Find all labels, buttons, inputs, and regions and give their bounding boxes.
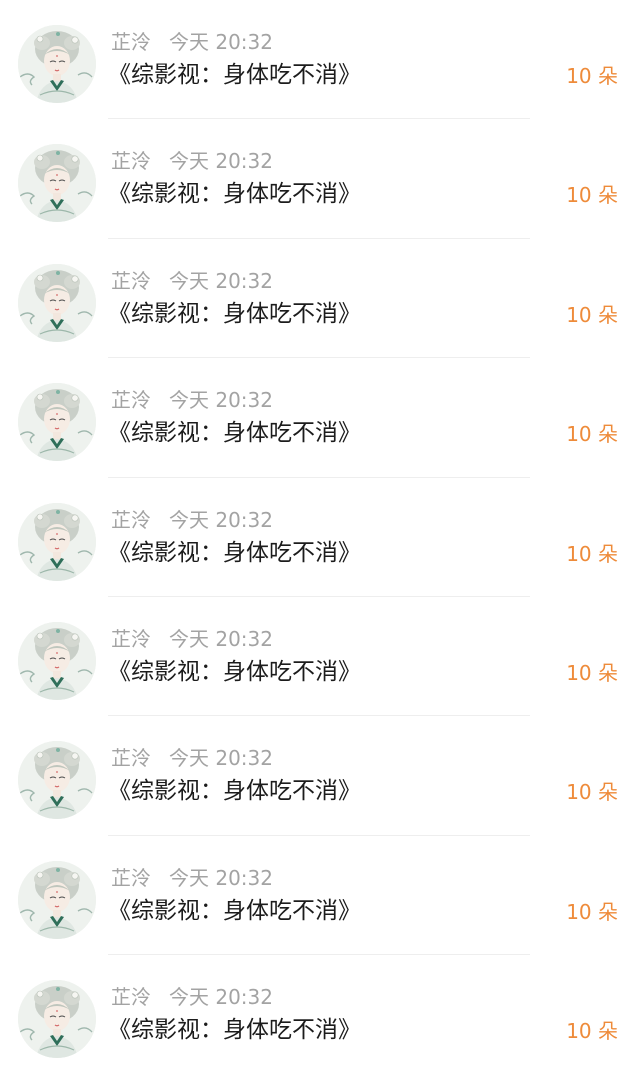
- gift-message-list: 芷泠 今天 20:32 《综影视：身体吃不消》 10 朵 芷泠 今天 20:32 《…: [0, 0, 640, 1074]
- message-meta: 芷泠 今天 20:32: [111, 268, 273, 294]
- book-title[interactable]: 《综影视：身体吃不消》: [108, 657, 361, 687]
- girl-portrait-avatar-icon: [18, 980, 96, 1059]
- gift-count: 10 朵: [566, 660, 618, 685]
- avatar[interactable]: [18, 860, 96, 939]
- timestamp: 今天 20:32: [169, 746, 273, 771]
- book-title[interactable]: 《综影视：身体吃不消》: [108, 776, 361, 806]
- list-item[interactable]: 芷泠 今天 20:32 《综影视：身体吃不消》 10 朵: [0, 597, 640, 717]
- timestamp: 今天 20:32: [169, 149, 273, 174]
- book-title[interactable]: 《综影视：身体吃不消》: [108, 179, 361, 209]
- message-meta: 芷泠 今天 20:32: [111, 745, 273, 771]
- book-title[interactable]: 《综影视：身体吃不消》: [108, 299, 361, 329]
- sender-name[interactable]: 芷泠: [111, 508, 151, 532]
- avatar[interactable]: [18, 502, 96, 581]
- sender-name[interactable]: 芷泠: [111, 627, 151, 651]
- message-meta: 芷泠 今天 20:32: [111, 984, 273, 1010]
- girl-portrait-avatar-icon: [18, 263, 96, 342]
- avatar[interactable]: [18, 741, 96, 820]
- girl-portrait-avatar-icon: [18, 860, 96, 939]
- book-title[interactable]: 《综影视：身体吃不消》: [108, 538, 361, 568]
- message-meta: 芷泠 今天 20:32: [111, 626, 273, 652]
- list-item[interactable]: 芷泠 今天 20:32 《综影视：身体吃不消》 10 朵: [0, 836, 640, 956]
- timestamp: 今天 20:32: [169, 626, 273, 651]
- message-meta: 芷泠 今天 20:32: [111, 29, 273, 55]
- list-item[interactable]: 芷泠 今天 20:32 《综影视：身体吃不消》 10 朵: [0, 955, 640, 1074]
- list-item[interactable]: 芷泠 今天 20:32 《综影视：身体吃不消》 10 朵: [0, 358, 640, 478]
- timestamp: 今天 20:32: [169, 388, 273, 413]
- gift-count: 10 朵: [566, 302, 618, 327]
- girl-portrait-avatar-icon: [18, 502, 96, 581]
- list-item[interactable]: 芷泠 今天 20:32 《综影视：身体吃不消》 10 朵: [0, 478, 640, 597]
- sender-name[interactable]: 芷泠: [111, 746, 151, 770]
- book-title[interactable]: 《综影视：身体吃不消》: [108, 418, 361, 448]
- avatar[interactable]: [18, 980, 96, 1059]
- avatar[interactable]: [18, 25, 96, 103]
- message-meta: 芷泠 今天 20:32: [111, 148, 273, 174]
- sender-name[interactable]: 芷泠: [111, 985, 151, 1009]
- timestamp: 今天 20:32: [169, 507, 273, 532]
- book-title[interactable]: 《综影视：身体吃不消》: [108, 1015, 361, 1045]
- list-item[interactable]: 芷泠 今天 20:32 《综影视：身体吃不消》 10 朵: [0, 119, 640, 239]
- sender-name[interactable]: 芷泠: [111, 388, 151, 412]
- girl-portrait-avatar-icon: [18, 383, 96, 462]
- message-meta: 芷泠 今天 20:32: [111, 865, 273, 891]
- girl-portrait-avatar-icon: [18, 741, 96, 820]
- book-title[interactable]: 《综影视：身体吃不消》: [108, 896, 361, 926]
- gift-count: 10 朵: [566, 64, 618, 88]
- message-meta: 芷泠 今天 20:32: [111, 387, 273, 413]
- list-item[interactable]: 芷泠 今天 20:32 《综影视：身体吃不消》 10 朵: [0, 0, 640, 120]
- book-title[interactable]: 《综影视：身体吃不消》: [108, 60, 361, 90]
- sender-name[interactable]: 芷泠: [111, 269, 151, 293]
- avatar[interactable]: [18, 144, 96, 223]
- avatar[interactable]: [18, 383, 96, 462]
- girl-portrait-avatar-icon: [18, 144, 96, 223]
- timestamp: 今天 20:32: [169, 865, 273, 890]
- gift-count: 10 朵: [566, 541, 618, 566]
- list-item[interactable]: 芷泠 今天 20:32 《综影视：身体吃不消》 10 朵: [0, 716, 640, 836]
- avatar[interactable]: [18, 621, 96, 700]
- timestamp: 今天 20:32: [169, 30, 273, 54]
- timestamp: 今天 20:32: [169, 268, 273, 293]
- sender-name[interactable]: 芷泠: [111, 866, 151, 890]
- timestamp: 今天 20:32: [169, 985, 273, 1010]
- gift-count: 10 朵: [566, 422, 618, 447]
- girl-portrait-avatar-icon: [18, 25, 96, 103]
- sender-name[interactable]: 芷泠: [111, 30, 151, 54]
- avatar[interactable]: [18, 263, 96, 342]
- sender-name[interactable]: 芷泠: [111, 149, 151, 173]
- gift-count: 10 朵: [566, 1019, 618, 1044]
- message-meta: 芷泠 今天 20:32: [111, 507, 273, 533]
- gift-count: 10 朵: [566, 899, 618, 924]
- list-item[interactable]: 芷泠 今天 20:32 《综影视：身体吃不消》 10 朵: [0, 239, 640, 359]
- girl-portrait-avatar-icon: [18, 621, 96, 700]
- gift-count: 10 朵: [566, 780, 618, 805]
- gift-count: 10 朵: [566, 183, 618, 208]
